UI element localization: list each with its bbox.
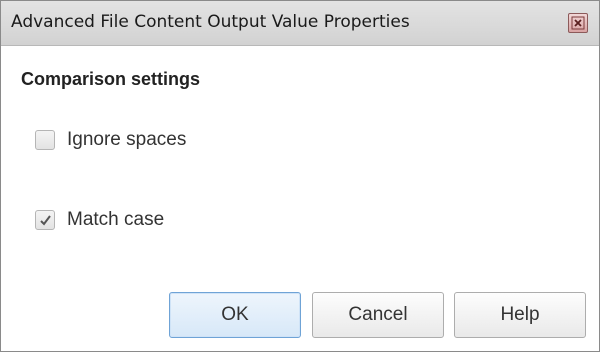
match-case-checkbox[interactable]	[35, 210, 55, 230]
ignore-spaces-checkbox[interactable]	[35, 130, 55, 150]
cancel-button[interactable]: Cancel	[312, 292, 444, 338]
ok-button[interactable]: OK	[169, 292, 301, 338]
ignore-spaces-option[interactable]: Ignore spaces	[35, 129, 186, 151]
match-case-option[interactable]: Match case	[35, 209, 164, 231]
help-button[interactable]: Help	[454, 292, 586, 338]
properties-dialog: Advanced File Content Output Value Prope…	[0, 0, 600, 352]
checkmark-icon	[40, 215, 51, 226]
section-heading: Comparison settings	[21, 69, 201, 89]
match-case-label[interactable]: Match case	[67, 209, 164, 231]
ignore-spaces-label[interactable]: Ignore spaces	[67, 129, 186, 151]
window-title: Advanced File Content Output Value Prope…	[11, 12, 410, 32]
close-icon	[571, 16, 585, 30]
close-button[interactable]	[568, 13, 588, 33]
title-bar[interactable]: Advanced File Content Output Value Prope…	[1, 1, 599, 46]
